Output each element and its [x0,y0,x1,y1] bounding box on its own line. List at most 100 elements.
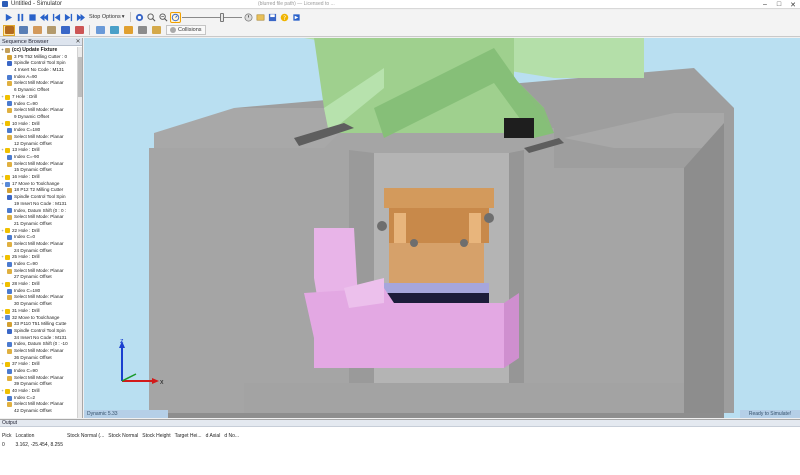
sequence-item[interactable]: 3 P5 T52 Milling Cutter : 0 [0,54,78,61]
sequence-item[interactable]: Spindle Control Tool Spin [0,194,78,201]
sequence-item[interactable]: 24 Dynamic Offset [0,248,78,255]
sequence-item[interactable]: 27 Dynamic Offset [0,274,78,281]
fast-forward-icon[interactable] [75,12,86,23]
sequence-scrollbar[interactable] [77,47,82,418]
step-forward-icon[interactable] [63,12,74,23]
rewind-icon[interactable] [39,12,50,23]
sequence-item[interactable]: 15 Dynamic Offset [0,167,78,174]
sequence-item[interactable]: Spindle Control Tool Spin [0,60,78,67]
sequence-item[interactable]: +22 Hole : Drill [0,228,78,235]
close-panel-icon[interactable]: ✕ [75,39,81,45]
sequence-item[interactable]: Select Mill Mode: Planar [0,161,78,168]
sequence-item[interactable]: +13 Hole : Drill [0,147,78,154]
cut-view-icon[interactable] [73,25,85,36]
sequence-item[interactable]: Index C=90 [0,368,78,375]
output-column-header[interactable]: d Axial [204,431,223,440]
zoom-out-icon[interactable] [158,12,169,23]
coolant-view-icon[interactable] [150,25,162,36]
sequence-item[interactable]: Index, Datum Shift (0 : 0 : [0,208,78,215]
minimize-icon[interactable]: – [758,0,772,9]
sequence-item[interactable]: Select Mill Mode: Planar [0,375,78,382]
sequence-item[interactable]: Select Mill Mode: Planar [0,107,78,114]
fixture-view-icon[interactable] [45,25,57,36]
simulation-viewport[interactable]: z x Dynamic 5.33 Ready to Simulate! [84,38,800,418]
sequence-item[interactable]: 42 Dynamic Offset [0,408,78,415]
output-column-header[interactable]: Stock Height [140,431,172,440]
sequence-item[interactable]: Select Mill Mode: Planar [0,348,78,355]
output-column-header[interactable]: Location [13,431,65,440]
output-row[interactable]: 0 3.162, -25.454, 8.255 [0,440,241,449]
sequence-item[interactable]: Index C=0 [0,234,78,241]
sequence-item[interactable]: +28 Hole : Drill [0,281,78,288]
save-icon[interactable] [267,12,278,23]
sequence-item[interactable]: + (cc) Update Fixture [0,47,78,54]
scrollbar-thumb[interactable] [78,57,82,97]
sequence-item[interactable]: 18 P12 T2 Milling Cutter [0,187,78,194]
sequence-item[interactable]: Spindle Control Tool Spin [0,328,78,335]
collisions-button[interactable]: Collisions [166,25,206,35]
zoom-in-icon[interactable] [146,12,157,23]
speed-slider[interactable] [181,12,242,23]
sequence-item[interactable]: +7 Hole : Drill [0,94,78,101]
sequence-item[interactable]: 19 Insert No Code : M131 [0,201,78,208]
part-view-icon[interactable] [31,25,43,36]
sequence-item[interactable]: Select Mill Mode: Planar [0,80,78,87]
spindle-view-icon[interactable] [136,25,148,36]
sequence-item[interactable]: Index C=180 [0,288,78,295]
record-icon[interactable] [134,12,145,23]
sequence-item[interactable]: 21 Dynamic Offset [0,221,78,228]
sequence-item[interactable]: Index C=90 [0,261,78,268]
maximize-icon[interactable]: □ [772,0,786,9]
tool-view-icon[interactable] [17,25,29,36]
output-column-header[interactable]: d No... [222,431,241,440]
sequence-item[interactable]: 34 Insert No Code : M131 [0,335,78,342]
sequence-item[interactable]: Select Mill Mode: Planar [0,134,78,141]
sequence-item[interactable]: +25 Hole : Drill [0,254,78,261]
sequence-item[interactable]: Index C=180 [0,127,78,134]
sequence-item[interactable]: Index, Datum Shift (0 : -10 [0,341,78,348]
sequence-item[interactable]: +32 Move to Toolchange [0,315,78,322]
sequence-item[interactable]: 6 Dynamic Offset [0,87,78,94]
exit-icon[interactable] [291,12,302,23]
sequence-item[interactable]: Select Mill Mode: Planar [0,214,78,221]
pause-icon[interactable] [15,12,26,23]
sequence-item[interactable]: 9 Dynamic Offset [0,114,78,121]
sequence-item[interactable]: 33 P110 T51 Milling Cutte [0,321,78,328]
sequence-item[interactable]: +16 Hole : Drill [0,174,78,181]
output-column-header[interactable]: Pick [0,431,13,440]
sequence-item[interactable]: Select Mill Mode: Planar [0,294,78,301]
open-file-icon[interactable] [255,12,266,23]
sequence-item[interactable]: 36 Dynamic Offset [0,355,78,362]
sequence-item[interactable]: Index C=90 [0,101,78,108]
sequence-item[interactable]: +37 Hole : Drill [0,361,78,368]
machine-view-icon[interactable] [3,24,15,36]
speed-slider-thumb[interactable] [219,12,224,22]
output-column-header[interactable]: Target Hei... [173,431,204,440]
stop-icon[interactable] [27,12,38,23]
sequence-item[interactable]: +10 Hole : Drill [0,121,78,128]
output-column-header[interactable]: Stock Normal [106,431,140,440]
stock-view-icon[interactable] [59,25,71,36]
sequence-item[interactable]: 4 Insert No Code : M131 [0,67,78,74]
speed-icon[interactable] [169,11,181,23]
probe-view-icon[interactable] [122,25,134,36]
sequence-item[interactable]: 30 Dynamic Offset [0,301,78,308]
sequence-item[interactable]: Select Mill Mode: Planar [0,241,78,248]
help-icon[interactable]: ? [279,12,290,23]
sequence-item[interactable]: 12 Dynamic Offset [0,141,78,148]
clock-icon[interactable] [243,12,254,23]
play-icon[interactable] [3,12,14,23]
gauge-view-icon[interactable] [108,25,120,36]
sequence-item[interactable]: +40 Hole : Drill [0,388,78,395]
sequence-item[interactable]: Index A=90 [0,74,78,81]
sequence-item[interactable]: +17 Move to Toolchange [0,181,78,188]
sequence-item[interactable]: Select Mill Mode: Planar [0,401,78,408]
stop-options-button[interactable]: Stop Options ▾ [87,14,127,20]
sequence-item[interactable]: Index C=-90 [0,154,78,161]
step-back-icon[interactable] [51,12,62,23]
sequence-item[interactable]: Index C=2 [0,395,78,402]
sequence-item[interactable]: 39 Dynamic Offset [0,381,78,388]
sequence-item[interactable]: +31 Hole : Drill [0,308,78,315]
axis-view-icon[interactable] [94,25,106,36]
close-icon[interactable]: ✕ [786,0,800,9]
